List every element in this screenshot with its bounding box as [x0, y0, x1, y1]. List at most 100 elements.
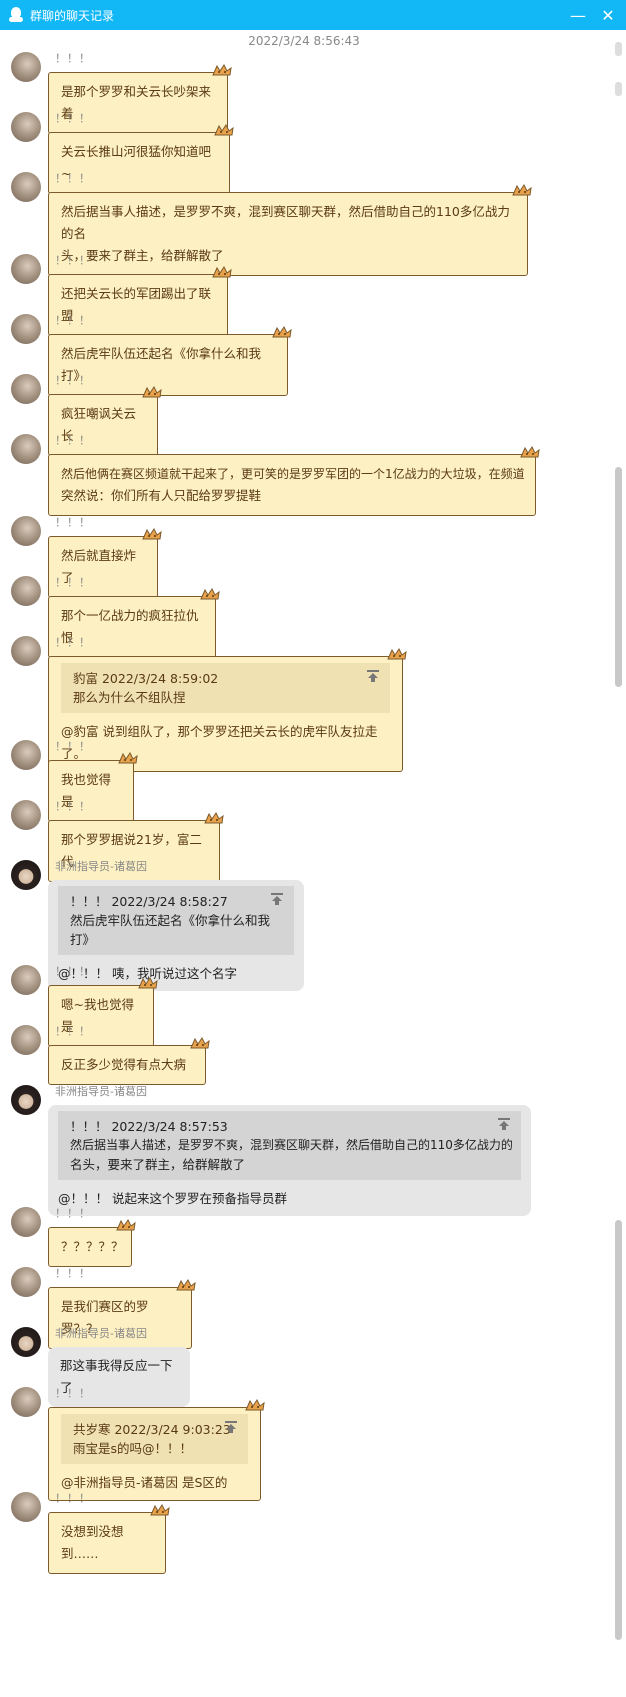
avatar[interactable]: [11, 576, 41, 606]
jump-to-quote-icon[interactable]: [366, 669, 380, 683]
message-bubble[interactable]: 然后据当事人描述，是罗罗不爽，混到赛区聊天群，然后借助自己的110多亿战力的名 …: [48, 184, 532, 276]
avatar[interactable]: [11, 516, 41, 546]
sender-name: ！！！: [55, 52, 91, 65]
close-button[interactable]: ✕: [594, 0, 622, 30]
bubble-cat-decoration-icon: [142, 386, 162, 398]
message-text: @！！！ 咦，我听说过这个名字: [58, 966, 237, 981]
minimize-button[interactable]: —: [564, 0, 592, 30]
message-text-line: 头，要来了群主，给群解散了: [61, 248, 224, 263]
quote-header: ！！！ 2022/3/24 8:57:53: [70, 1119, 228, 1134]
window-title: 群聊的聊天记录: [30, 8, 115, 23]
bubble-cat-decoration-icon: [214, 124, 234, 136]
avatar[interactable]: [11, 636, 41, 666]
avatar[interactable]: [11, 1207, 41, 1237]
avatar[interactable]: [11, 860, 41, 890]
avatar[interactable]: [11, 1492, 41, 1522]
quote-text: 那么为什么不组队捏: [73, 690, 186, 705]
bubble-cat-decoration-icon: [212, 64, 232, 76]
avatar[interactable]: [11, 52, 41, 82]
sender-name: 非洲指导员-诸葛因: [55, 860, 147, 873]
quoted-message[interactable]: ！！！ 2022/3/24 8:58:27 然后虎牢队伍还起名《你拿什么和我打》: [58, 886, 294, 955]
sender-name: ！！！: [55, 1387, 91, 1400]
quoted-message[interactable]: 豹富 2022/3/24 8:59:02 那么为什么不组队捏: [61, 663, 390, 713]
quote-text-line: 然后据当事人描述，是罗罗不爽，混到赛区聊天群，然后借助自己的110多亿战力的: [70, 1138, 513, 1152]
avatar[interactable]: [11, 1085, 41, 1115]
avatar[interactable]: [11, 112, 41, 142]
sender-name: ！！！: [55, 434, 91, 447]
avatar[interactable]: [11, 800, 41, 830]
message-text: 然后虎牢队伍还起名《你拿什么和我打》: [61, 346, 262, 383]
quote-header: ！！！ 2022/3/24 8:58:27: [70, 894, 228, 909]
avatar[interactable]: [11, 314, 41, 344]
quote-text: 雨宝是s的吗@！！！: [73, 1441, 193, 1456]
message-text: 没想到没想到……: [61, 1524, 124, 1561]
scrollbar-thumb[interactable]: [615, 467, 622, 687]
bubble-cat-decoration-icon: [138, 977, 158, 989]
quoted-message[interactable]: 共岁寒 2022/3/24 9:03:23 雨宝是s的吗@！！！: [61, 1414, 248, 1464]
scrollbar-track-highlight[interactable]: [615, 1220, 622, 1640]
bubble-cat-decoration-icon: [116, 1219, 136, 1231]
sender-name: ！！！: [55, 965, 91, 978]
avatar[interactable]: [11, 374, 41, 404]
bubble-cat-decoration-icon: [387, 648, 407, 660]
scrollbar-marker[interactable]: [615, 82, 622, 96]
avatar[interactable]: [11, 172, 41, 202]
bubble-cat-decoration-icon: [204, 812, 224, 824]
sender-name: ！！！: [55, 374, 91, 387]
chat-history[interactable]: 2022/3/24 8:56:43 ！！！ 是那个罗罗和关云长吵架来着 ！！！ …: [0, 30, 608, 1697]
sender-name: ！！！: [55, 1025, 91, 1038]
sender-name: ！！！: [55, 740, 91, 753]
sender-name: ！！！: [55, 112, 91, 125]
avatar[interactable]: [11, 1025, 41, 1055]
avatar[interactable]: [11, 254, 41, 284]
message-text-line: 然后据当事人描述，是罗罗不爽，混到赛区聊天群，然后借助自己的110多亿战力的名: [61, 204, 510, 241]
message-bubble[interactable]: 反正多少觉得有点大病: [48, 1037, 210, 1085]
quote-text-line: 名头，要来了群主，给群解散了: [70, 1157, 246, 1172]
avatar[interactable]: [11, 434, 41, 464]
bubble-cat-decoration-icon: [190, 1037, 210, 1049]
bubble-cat-decoration-icon: [176, 1279, 196, 1291]
sender-name: ！！！: [55, 1267, 91, 1280]
bubble-cat-decoration-icon: [142, 528, 162, 540]
quote-header: 豹富 2022/3/24 8:59:02: [73, 671, 219, 686]
message-text: 反正多少觉得有点大病: [61, 1057, 187, 1072]
message-bubble[interactable]: 没想到没想到……: [48, 1504, 170, 1574]
title-bar: 群聊的聊天记录 — ✕: [0, 0, 626, 30]
sender-name: ！！！: [55, 800, 91, 813]
avatar[interactable]: [11, 1327, 41, 1357]
sender-name: ！！！: [55, 314, 91, 327]
message-text: @！！！ 说起来这个罗罗在预备指导员群: [58, 1191, 287, 1206]
jump-to-quote-icon[interactable]: [497, 1117, 511, 1131]
scrollbar-top-marker[interactable]: [615, 42, 622, 56]
avatar[interactable]: [11, 965, 41, 995]
bubble-cat-decoration-icon: [520, 446, 540, 458]
quote-header: 共岁寒 2022/3/24 9:03:23: [73, 1422, 231, 1437]
sender-name: ！！！: [55, 254, 91, 267]
message-bubble[interactable]: 共岁寒 2022/3/24 9:03:23 雨宝是s的吗@！！！ @非洲指导员-…: [48, 1399, 265, 1501]
bubble-cat-decoration-icon: [150, 1504, 170, 1516]
jump-to-quote-icon[interactable]: [224, 1420, 238, 1434]
sender-name: 非洲指导员-诸葛因: [55, 1327, 147, 1340]
message-bubble[interactable]: ？？？？？: [48, 1219, 136, 1267]
qq-penguin-icon: [8, 6, 24, 24]
sender-name: ！！！: [55, 1207, 91, 1220]
bubble-cat-decoration-icon: [272, 326, 292, 338]
message-bubble[interactable]: 然后他俩在赛区频道就干起来了，更可笑的是罗罗军团的一个1亿战力的大垃圾，在频道 …: [48, 446, 540, 516]
jump-to-quote-icon[interactable]: [270, 892, 284, 906]
bubble-cat-decoration-icon: [512, 184, 532, 196]
message-text-line: 突然说：你们所有人只配给罗罗提鞋: [61, 488, 262, 503]
sender-name: ！！！: [55, 1492, 91, 1505]
sender-name: ！！！: [55, 172, 91, 185]
sender-name: ！！！: [55, 516, 91, 529]
avatar[interactable]: [11, 1387, 41, 1417]
avatar[interactable]: [11, 740, 41, 770]
message-timestamp: 2022/3/24 8:56:43: [248, 34, 360, 48]
sender-name: ！！！: [55, 576, 91, 589]
message-bubble[interactable]: ！！！ 2022/3/24 8:57:53 然后据当事人描述，是罗罗不爽，混到赛…: [48, 1105, 531, 1216]
avatar[interactable]: [11, 1267, 41, 1297]
bubble-cat-decoration-icon: [212, 266, 232, 278]
vertical-scrollbar[interactable]: [612, 30, 626, 1697]
quoted-message[interactable]: ！！！ 2022/3/24 8:57:53 然后据当事人描述，是罗罗不爽，混到赛…: [58, 1111, 521, 1180]
message-bubble[interactable]: 豹富 2022/3/24 8:59:02 那么为什么不组队捏 @豹富 说到组队了…: [48, 648, 407, 772]
sender-name: ！！！: [55, 636, 91, 649]
